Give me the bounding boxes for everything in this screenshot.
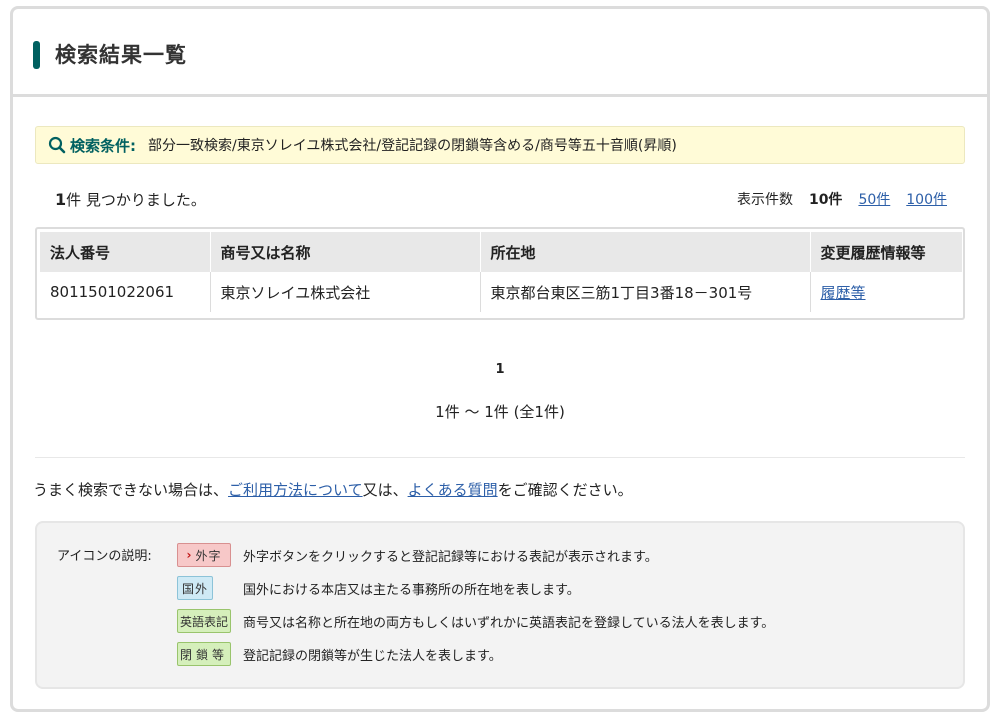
per-page-option-50[interactable]: 50件 bbox=[858, 189, 890, 209]
results-table: 法人番号 商号又は名称 所在地 変更履歴情報等 8011501022061 東京… bbox=[40, 232, 962, 312]
legend-item-heisa: 閉鎖等 登記記録の閉鎖等が生じた法人を表します。 bbox=[177, 642, 502, 666]
search-icon bbox=[46, 134, 68, 156]
column-header-history: 変更履歴情報等 bbox=[810, 232, 962, 272]
column-header-address: 所在地 bbox=[480, 232, 811, 272]
closed-badge: 閉鎖等 bbox=[177, 642, 231, 666]
help-middle: 又は、 bbox=[362, 481, 408, 499]
result-count-text: 1件 見つかりました。 bbox=[55, 189, 206, 210]
per-page-option-100[interactable]: 100件 bbox=[906, 189, 947, 209]
result-range: 1件 ～ 1件 (全1件) bbox=[435, 403, 565, 421]
column-header-name: 商号又は名称 bbox=[210, 232, 481, 272]
chevron-right-icon: › bbox=[186, 548, 193, 562]
english-notation-badge: 英語表記 bbox=[177, 609, 231, 633]
search-condition-text: 部分一致検索/東京ソレイユ株式会社/登記記録の閉鎖等含める/商号等五十音順(昇順… bbox=[148, 138, 677, 154]
page-title: 検索結果一覧 bbox=[55, 43, 187, 67]
cell-corporate-number: 8011501022061 bbox=[40, 272, 211, 312]
icon-legend-title: アイコンの説明: bbox=[57, 549, 152, 564]
kokugai-badge: 国外 bbox=[177, 576, 213, 600]
result-count-suffix: 件 見つかりました。 bbox=[66, 191, 206, 209]
help-prefix: うまく検索できない場合は、 bbox=[33, 481, 229, 499]
faq-link[interactable]: よくある質問 bbox=[408, 481, 498, 499]
gaiji-badge: › 外字 bbox=[177, 543, 231, 567]
title-accent-bar bbox=[33, 41, 40, 69]
per-page-selector: 表示件数 10件 50件 100件 bbox=[737, 189, 947, 209]
legend-text-eigo: 商号又は名称と所在地の両方もしくはいずれかに英語表記を登録している法人を表します… bbox=[243, 615, 775, 631]
help-suffix: をご確認ください。 bbox=[497, 481, 633, 499]
table-header-row: 法人番号 商号又は名称 所在地 変更履歴情報等 bbox=[40, 232, 962, 272]
help-text: うまく検索できない場合は、ご利用方法について又は、よくある質問をご確認ください。 bbox=[33, 479, 633, 500]
cell-name: 東京ソレイユ株式会社 bbox=[210, 272, 481, 312]
search-condition-label: 検索条件: bbox=[70, 136, 136, 155]
table-row: 8011501022061 東京ソレイユ株式会社 東京都台東区三筋1丁目3番18… bbox=[40, 272, 962, 312]
history-link[interactable]: 履歴等 bbox=[821, 284, 866, 302]
results-table-container: 法人番号 商号又は名称 所在地 変更履歴情報等 8011501022061 東京… bbox=[35, 227, 965, 320]
panel-header: 検索結果一覧 bbox=[13, 9, 987, 97]
search-condition-box: 検索条件: 部分一致検索/東京ソレイユ株式会社/登記記録の閉鎖等含める/商号等五… bbox=[35, 126, 965, 164]
legend-text-heisa: 登記記録の閉鎖等が生じた法人を表します。 bbox=[243, 648, 502, 664]
legend-item-gaiji: › 外字 外字ボタンをクリックすると登記記録等における表記が表示されます。 bbox=[177, 543, 658, 567]
icon-legend: アイコンの説明: › 外字 外字ボタンをクリックすると登記記録等における表記が表示… bbox=[35, 521, 965, 689]
cell-history: 履歴等 bbox=[810, 272, 962, 312]
section-divider bbox=[35, 457, 965, 458]
result-count: 1 bbox=[55, 190, 67, 209]
legend-item-kokugai: 国外 国外における本店又は主たる事務所の所在地を表します。 bbox=[177, 576, 580, 600]
pagination: 1 bbox=[13, 362, 987, 377]
per-page-option-10: 10件 bbox=[808, 192, 843, 208]
per-page-label: 表示件数 bbox=[736, 192, 793, 208]
search-results-panel: 検索結果一覧 検索条件: 部分一致検索/東京ソレイユ株式会社/登記記録の閉鎖等含… bbox=[10, 6, 990, 712]
gaiji-badge-label: 外字 bbox=[195, 548, 222, 563]
legend-text-gaiji: 外字ボタンをクリックすると登記記録等における表記が表示されます。 bbox=[243, 549, 658, 565]
legend-item-eigo: 英語表記 商号又は名称と所在地の両方もしくはいずれかに英語表記を登録している法人… bbox=[177, 609, 774, 633]
cell-address: 東京都台東区三筋1丁目3番18－301号 bbox=[480, 272, 811, 312]
page-number-current: 1 bbox=[495, 362, 505, 377]
usage-guide-link[interactable]: ご利用方法について bbox=[228, 481, 363, 499]
column-header-corporate-number: 法人番号 bbox=[40, 232, 211, 272]
legend-text-kokugai: 国外における本店又は主たる事務所の所在地を表します。 bbox=[243, 582, 580, 598]
